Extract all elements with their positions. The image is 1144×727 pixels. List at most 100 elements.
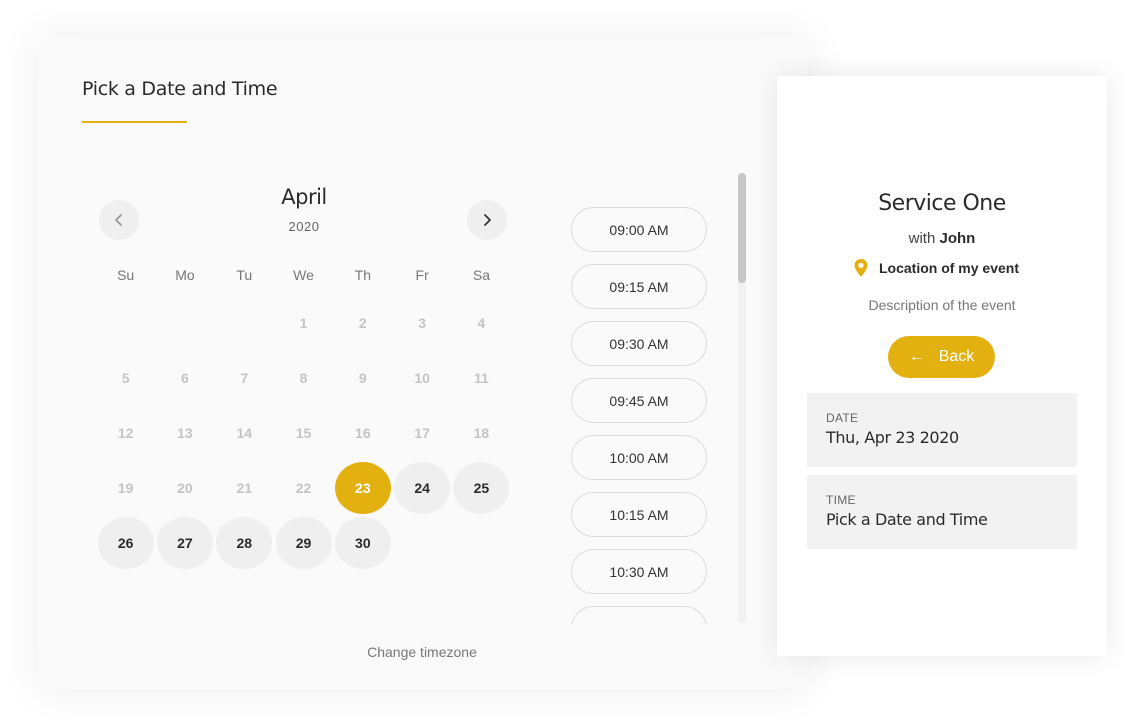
booking-panel: Pick a Date and Time April 2020 Su Mo Tu We… [37,37,808,689]
chevron-left-icon [115,214,122,226]
calendar-day-available[interactable]: 29 [274,515,333,570]
calendar-day-disabled: 8 [274,350,333,405]
day-number: 21 [236,479,253,496]
weekday-label: Su [117,267,135,283]
calendar-day-disabled: 14 [215,405,274,460]
day-number: 24 [394,461,451,514]
weekday-label: Fr [415,267,429,283]
calendar-day-available[interactable]: 27 [155,515,214,570]
day-number: 25 [453,461,510,514]
title-underline [82,121,187,123]
weekday-label: Mo [175,267,195,283]
time-slot-button[interactable]: 09:00 AM [571,207,707,252]
calendar-day-disabled: 3 [392,295,451,350]
weekday-label: Th [354,267,371,283]
day-number: 6 [181,369,189,386]
calendar-day-disabled: 2 [333,295,392,350]
day-number: 1 [299,314,308,331]
event-location: Location of my event [777,258,1107,278]
weekday-header: Su Mo Tu We Th Fr Sa [96,267,511,287]
day-number: 23 [334,461,391,514]
calendar-day-available[interactable]: 26 [96,515,155,570]
time-list-scrollbar[interactable] [738,173,746,623]
day-number: 12 [117,424,134,441]
date-value: Thu, Apr 23 2020 [826,428,959,447]
calendar-year: 2020 [288,219,320,234]
back-button[interactable]: ← Back [888,336,995,378]
day-number: 18 [473,424,490,441]
map-pin-icon [854,259,868,277]
calendar-day-disabled: 9 [333,350,392,405]
day-number [98,297,154,349]
calendar-empty-cell [96,295,155,350]
day-number: 22 [295,479,312,496]
time-slot-button[interactable]: 10:30 AM [571,549,707,594]
time-slot-button[interactable] [571,606,707,624]
calendar-day-disabled: 17 [392,405,451,460]
time-slot-button[interactable]: 09:45 AM [571,378,707,423]
day-number: 3 [418,314,427,331]
day-number: 14 [236,424,253,441]
calendar-day-disabled: 20 [155,460,214,515]
host-line: with John [777,230,1107,247]
calendar-empty-cell [215,295,274,350]
calendar-empty-cell [155,295,214,350]
calendar-day-disabled: 4 [452,295,511,350]
arrow-left-icon: ← [908,348,925,365]
change-timezone-link[interactable]: Change timezone [337,644,507,660]
day-number [216,297,272,349]
day-number: 9 [358,369,367,386]
calendar-day-disabled: 11 [452,350,511,405]
day-number: 17 [414,424,430,441]
day-number: 7 [240,369,249,386]
day-number: 11 [474,369,489,386]
host-name: John [939,230,976,247]
event-summary-panel: Service One with John Location of my eve… [777,76,1107,656]
calendar-month: April [281,185,327,209]
time-slot-button[interactable]: 10:15 AM [571,492,707,537]
time-slot-button[interactable]: 09:15 AM [571,264,707,309]
calendar-day-available[interactable]: 30 [333,515,392,570]
calendar-day-disabled: 1 [274,295,333,350]
weekday-label: Sa [472,267,490,283]
calendar-day-disabled: 18 [452,405,511,460]
day-number: 13 [177,424,193,441]
calendar-day-available[interactable]: 25 [452,460,511,515]
calendar-day-selected[interactable]: 23 [333,460,392,515]
calendar-day-disabled: 10 [392,350,451,405]
day-number: 30 [334,516,391,569]
time-slot-button[interactable]: 09:30 AM [571,321,707,366]
day-number [157,297,213,349]
day-number: 10 [414,369,430,386]
calendar-day-disabled: 15 [274,405,333,460]
calendar-day-disabled: 5 [96,350,155,405]
calendar-day-disabled: 7 [215,350,274,405]
back-label: Back [938,348,975,365]
calendar-day-disabled: 22 [274,460,333,515]
calendar-day-disabled: 6 [155,350,214,405]
weekday-label: We [293,267,314,283]
calendar-day-disabled: 13 [155,405,214,460]
next-month-button[interactable] [467,200,507,240]
calendar-day-available[interactable]: 24 [392,460,451,515]
scrollbar-thumb[interactable] [738,173,746,283]
time-summary: TIME Pick a Date and Time [807,475,1077,549]
previous-month-button[interactable] [99,200,139,240]
time-value: Pick a Date and Time [826,510,988,529]
time-slot-button[interactable]: 10:00 AM [571,435,707,480]
time-label: TIME [826,493,856,507]
event-description: Description of the event [868,297,1016,313]
day-number: 27 [156,516,213,569]
page-title: Pick a Date and Time [82,78,278,100]
calendar-day-disabled: 16 [333,405,392,460]
day-number: 4 [477,314,486,331]
calendar-days: 1 2 3 4 5 6 7 8 9 10 11 12 13 14 15 16 17 18 19 20 21 22 23 24 2… [96,295,511,570]
chevron-right-icon [484,214,491,226]
service-name: Service One [878,191,1006,216]
day-number: 26 [97,516,154,569]
calendar-day-available[interactable]: 28 [215,515,274,570]
day-number: 8 [299,369,308,386]
day-number: 28 [216,516,273,569]
calendar-day-disabled: 21 [215,460,274,515]
weekday-label: Tu [236,267,253,283]
